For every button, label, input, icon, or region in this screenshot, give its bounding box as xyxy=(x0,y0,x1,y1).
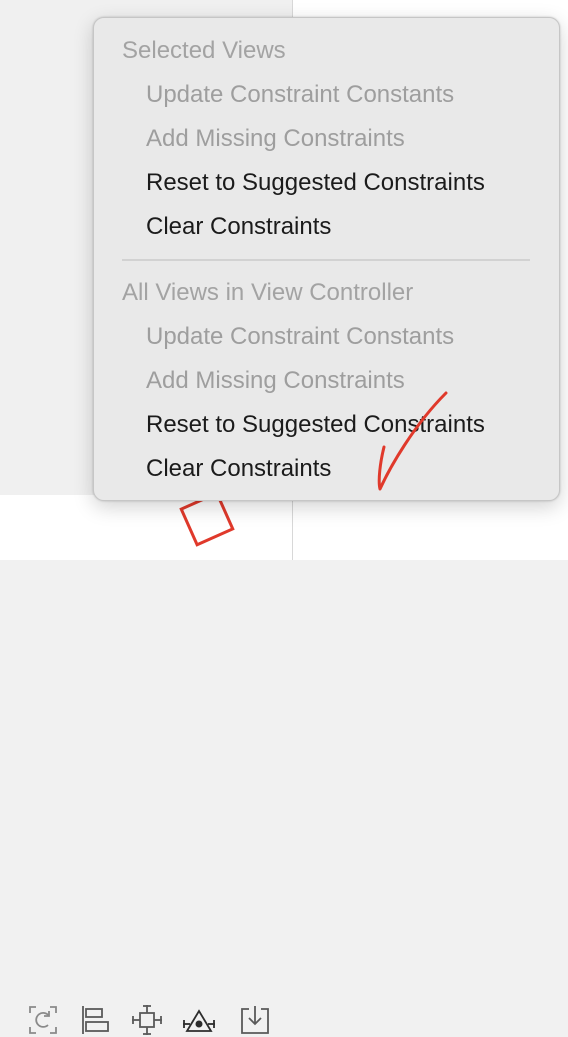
embed-in-icon[interactable] xyxy=(238,1003,272,1037)
menu-item-update-constraint-constants-all: Update Constraint Constants xyxy=(146,323,455,350)
update-frames-icon[interactable] xyxy=(26,1003,60,1037)
annotation-checkmark xyxy=(377,391,448,491)
menu-item-clear-constraints-selected[interactable]: Clear Constraints xyxy=(146,212,331,242)
menu-item-add-missing-constraints-all: Add Missing Constraints xyxy=(146,367,405,394)
section-header-selected-views: Selected Views xyxy=(122,37,286,64)
align-icon[interactable] xyxy=(78,1003,112,1037)
resolve-auto-layout-issues-menu: Selected Views Update Constraint Constan… xyxy=(93,17,560,501)
menu-item-add-missing-constraints-selected: Add Missing Constraints xyxy=(146,125,405,152)
section-header-all-views: All Views in View Controller xyxy=(122,279,414,306)
resolve-auto-layout-issues-icon[interactable] xyxy=(182,1003,216,1037)
add-constraints-icon[interactable] xyxy=(130,1003,164,1037)
menu-separator xyxy=(122,259,530,261)
auto-layout-toolbar xyxy=(0,495,292,1035)
menu-item-update-constraint-constants-selected: Update Constraint Constants xyxy=(146,81,455,108)
menu-item-clear-constraints-all[interactable]: Clear Constraints xyxy=(146,454,331,484)
menu-item-reset-to-suggested-constraints-selected[interactable]: Reset to Suggested Constraints xyxy=(146,168,485,198)
